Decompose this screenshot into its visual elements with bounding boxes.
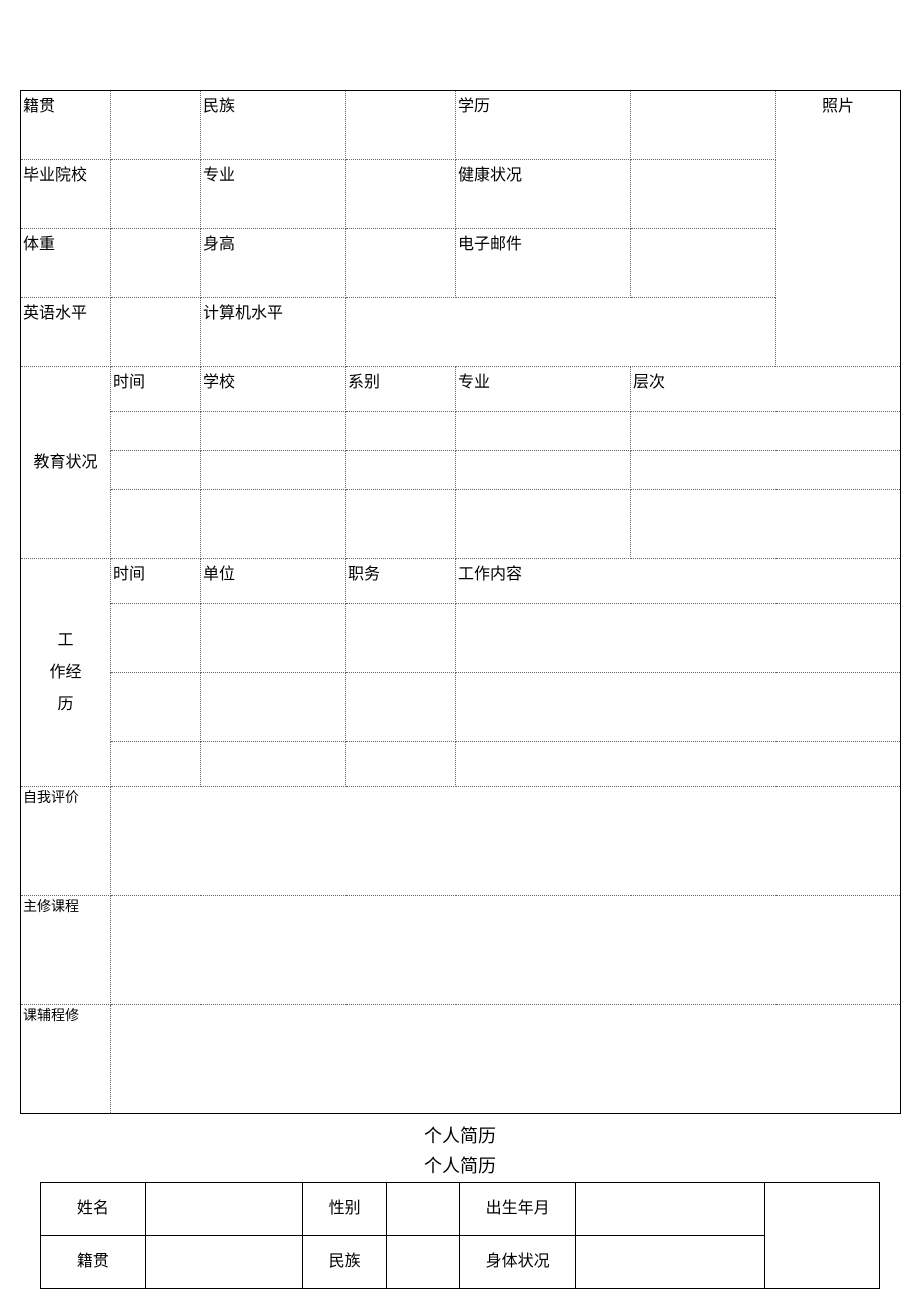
work-header-post: 职务 (346, 559, 456, 604)
cell (346, 160, 456, 229)
edu-cell (201, 490, 346, 559)
cell (346, 91, 456, 160)
work-label-part: 作经 (49, 664, 81, 681)
edu-header-dept: 系别 (346, 367, 456, 412)
edu-cell (456, 490, 631, 559)
work-cell (111, 604, 201, 673)
cell (111, 91, 201, 160)
cell (111, 298, 201, 367)
work-header-unit: 单位 (201, 559, 346, 604)
work-cell (346, 673, 456, 742)
t2-cell (145, 1183, 302, 1236)
t2-label-name: 姓名 (41, 1183, 146, 1236)
resume-table-2: 姓名 性别 出生年月 籍贯 民族 身体状况 (40, 1182, 880, 1289)
aux-course-cell (111, 1005, 901, 1114)
t2-label-body: 身体状况 (460, 1236, 575, 1289)
t2-cell (575, 1236, 764, 1289)
t2-label-birth: 出生年月 (460, 1183, 575, 1236)
cell (111, 160, 201, 229)
label-school: 毕业院校 (21, 160, 111, 229)
edu-header-school: 学校 (201, 367, 346, 412)
edu-cell (631, 412, 901, 451)
t2-cell (575, 1183, 764, 1236)
t2-cell (387, 1236, 460, 1289)
work-label-part: 工 (57, 632, 73, 649)
edu-cell (631, 451, 901, 490)
label-education: 教育状况 (21, 367, 111, 559)
label-self-eval: 自我评价 (21, 787, 111, 896)
edu-cell (456, 412, 631, 451)
work-cell (346, 742, 456, 787)
work-cell (456, 604, 901, 673)
edu-header-major: 专业 (456, 367, 631, 412)
cell (631, 160, 776, 229)
edu-cell (346, 490, 456, 559)
edu-cell (346, 451, 456, 490)
work-cell (456, 742, 901, 787)
edu-cell (631, 490, 901, 559)
t2-photo-cell (764, 1183, 879, 1289)
edu-header-time: 时间 (111, 367, 201, 412)
edu-cell (456, 451, 631, 490)
t2-label-minzu: 民族 (303, 1236, 387, 1289)
label-main-course: 主修课程 (21, 896, 111, 1005)
edu-cell (111, 490, 201, 559)
t2-label-gender: 性别 (303, 1183, 387, 1236)
edu-cell (111, 412, 201, 451)
label-work: 工 作经 历 (21, 559, 111, 787)
cell (346, 298, 776, 367)
t2-cell (145, 1236, 302, 1289)
work-cell (201, 742, 346, 787)
work-label-part: 历 (57, 696, 73, 713)
label-english: 英语水平 (21, 298, 111, 367)
work-header-time: 时间 (111, 559, 201, 604)
cell (631, 229, 776, 298)
resume-table-1: 籍贯 民族 学历 照片 毕业院校 专业 健康状况 体重 身高 电子邮件 (20, 90, 901, 1114)
cell (111, 229, 201, 298)
t2-label-jiguan: 籍贯 (41, 1236, 146, 1289)
label-xueli: 学历 (456, 91, 631, 160)
edu-cell (111, 451, 201, 490)
edu-header-level: 层次 (631, 367, 901, 412)
work-cell (111, 673, 201, 742)
work-cell (346, 604, 456, 673)
label-health: 健康状况 (456, 160, 631, 229)
cell (631, 91, 776, 160)
label-email: 电子邮件 (456, 229, 631, 298)
main-course-cell (111, 896, 901, 1005)
photo-cell: 照片 (776, 91, 901, 367)
work-cell (201, 673, 346, 742)
title-1: 个人简历 (20, 1122, 900, 1148)
edu-cell (201, 412, 346, 451)
work-cell (201, 604, 346, 673)
self-eval-cell (111, 787, 901, 896)
label-minzu: 民族 (201, 91, 346, 160)
work-cell (456, 673, 901, 742)
work-header-content: 工作内容 (456, 559, 901, 604)
label-computer: 计算机水平 (201, 298, 346, 367)
edu-cell (346, 412, 456, 451)
work-cell (111, 742, 201, 787)
label-aux-course: 课辅程修 (21, 1005, 111, 1114)
cell (346, 229, 456, 298)
label-major: 专业 (201, 160, 346, 229)
t2-cell (387, 1183, 460, 1236)
title-2: 个人简历 (20, 1152, 900, 1178)
edu-cell (201, 451, 346, 490)
label-height: 身高 (201, 229, 346, 298)
label-jiguan: 籍贯 (21, 91, 111, 160)
label-weight: 体重 (21, 229, 111, 298)
